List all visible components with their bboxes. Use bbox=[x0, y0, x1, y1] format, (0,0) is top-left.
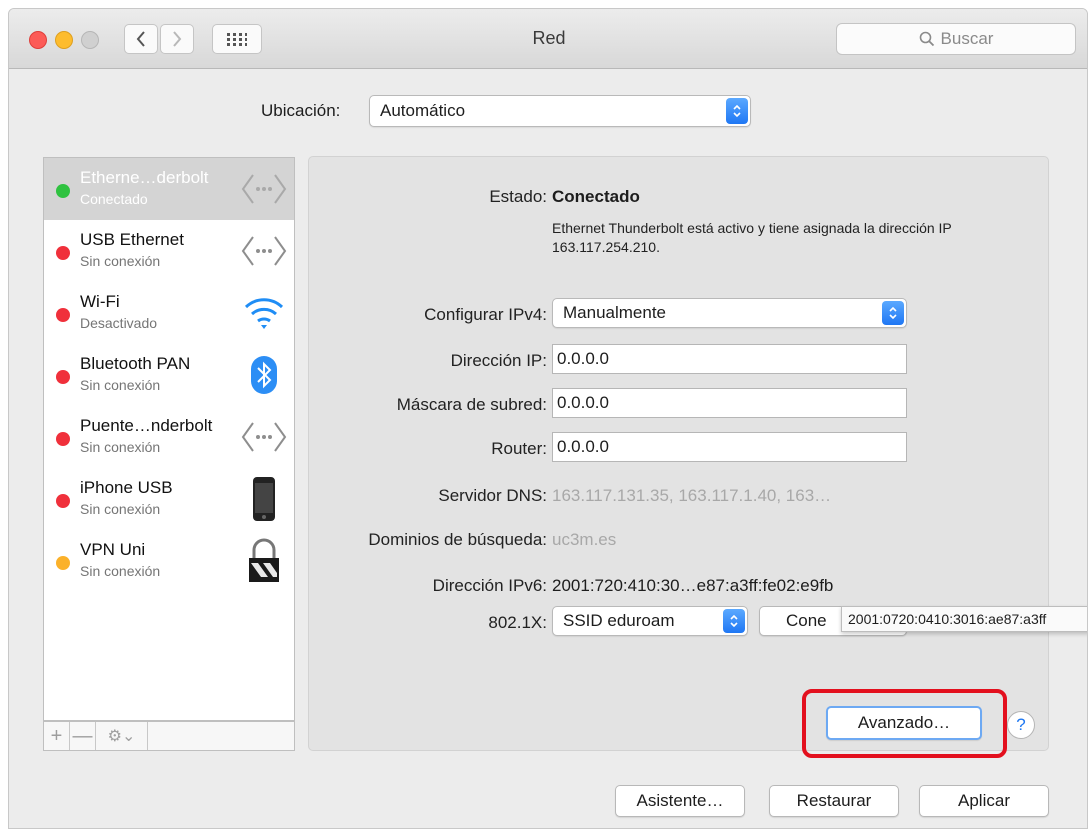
dns-server-value: 163.117.131.35, 163.117.1.40, 163… bbox=[552, 486, 832, 505]
ipv4-config-value: Manualmente bbox=[563, 303, 667, 322]
ip-address-label: Dirección IP: bbox=[450, 351, 547, 370]
service-status: Conectado bbox=[80, 191, 148, 207]
dns-server-label: Servidor DNS: bbox=[438, 486, 547, 505]
service-status: Sin conexión bbox=[80, 563, 161, 579]
service-item-vpn-uni[interactable]: VPN Uni Sin conexión bbox=[44, 530, 294, 592]
estado-value: Conectado bbox=[552, 187, 640, 206]
service-status: Sin conexión bbox=[80, 501, 161, 517]
service-name: Puente…nderbolt bbox=[80, 416, 213, 435]
help-button[interactable]: ? bbox=[1007, 711, 1035, 739]
ipv6-address-label: Dirección IPv6: bbox=[432, 576, 547, 595]
service-status: Sin conexión bbox=[80, 377, 161, 393]
service-item-usb-ethernet[interactable]: USB Ethernet Sin conexión bbox=[44, 220, 294, 282]
estado-description: Ethernet Thunderbolt está activo y tiene… bbox=[552, 220, 952, 255]
search-field[interactable]: Buscar bbox=[836, 23, 1076, 55]
popup-arrows-icon bbox=[723, 609, 745, 633]
service-item-iphone-usb[interactable]: iPhone USB Sin conexión bbox=[44, 468, 294, 530]
ethernet-icon bbox=[240, 167, 288, 211]
search-domains-label: Dominios de búsqueda: bbox=[368, 530, 547, 549]
status-dot-red bbox=[56, 494, 70, 508]
service-name: Etherne…derbolt bbox=[80, 168, 209, 187]
service-item-bluetooth-pan[interactable]: Bluetooth PAN Sin conexión bbox=[44, 344, 294, 406]
dot1x-popup[interactable]: SSID eduroam bbox=[552, 606, 748, 636]
subnet-mask-field[interactable]: 0.0.0.0 bbox=[552, 388, 907, 418]
add-service-button[interactable]: + bbox=[44, 722, 70, 750]
subnet-mask-label: Máscara de subred: bbox=[396, 395, 547, 414]
popup-arrows-icon bbox=[882, 301, 904, 325]
service-item-puente-thunderbolt[interactable]: Puente…nderbolt Sin conexión bbox=[44, 406, 294, 468]
service-status: Sin conexión bbox=[80, 253, 161, 269]
location-value: Automático bbox=[380, 101, 466, 120]
revert-button[interactable]: Restaurar bbox=[769, 785, 899, 817]
search-domains-value: uc3m.es bbox=[552, 530, 617, 549]
dot1x-value: SSID eduroam bbox=[563, 611, 675, 630]
bluetooth-icon bbox=[240, 353, 288, 397]
popup-arrows-icon bbox=[726, 98, 748, 124]
router-label: Router: bbox=[491, 439, 547, 458]
service-name: VPN Uni bbox=[80, 540, 146, 559]
location-popup[interactable]: Automático bbox=[369, 95, 751, 127]
assistant-button[interactable]: Asistente… bbox=[615, 785, 745, 817]
service-status: Sin conexión bbox=[80, 439, 161, 455]
ipv6-tooltip: 2001:0720:0410:3016:ae87:a3ff bbox=[841, 606, 1087, 632]
status-dot-red bbox=[56, 370, 70, 384]
service-name: Wi-Fi bbox=[80, 292, 120, 311]
router-field[interactable]: 0.0.0.0 bbox=[552, 432, 907, 462]
estado-label: Estado: bbox=[489, 187, 547, 206]
status-dot-red bbox=[56, 308, 70, 322]
dot1x-label: 802.1X: bbox=[488, 613, 547, 632]
remove-service-button[interactable]: — bbox=[70, 722, 96, 750]
service-status: Desactivado bbox=[80, 315, 158, 331]
service-name: USB Ethernet bbox=[80, 230, 184, 249]
service-name: iPhone USB bbox=[80, 478, 173, 497]
service-item-wifi[interactable]: Wi-Fi Desactivado bbox=[44, 282, 294, 344]
network-preferences-window: Red Buscar Ubicación: Automático Etherne… bbox=[8, 8, 1088, 829]
status-dot-red bbox=[56, 246, 70, 260]
service-name: Bluetooth PAN bbox=[80, 354, 191, 373]
ipv6-address-value: 2001:720:410:30…e87:a3ff:fe02:e9fb bbox=[552, 576, 834, 595]
ethernet-icon bbox=[240, 415, 288, 459]
title-bar: Red Buscar bbox=[9, 9, 1087, 69]
services-toolbar: + — ⚙︎⌄ bbox=[43, 721, 295, 751]
search-icon bbox=[919, 31, 934, 47]
ethernet-icon bbox=[240, 229, 288, 273]
apply-button[interactable]: Aplicar bbox=[919, 785, 1049, 817]
service-item-ethernet-thunderbolt[interactable]: Etherne…derbolt Conectado bbox=[44, 158, 294, 220]
ip-address-field[interactable]: 0.0.0.0 bbox=[552, 344, 907, 374]
ipv4-config-label: Configurar IPv4: bbox=[424, 305, 547, 324]
wifi-icon bbox=[240, 291, 288, 335]
services-list: Etherne…derbolt Conectado USB Ethernet S… bbox=[43, 157, 295, 721]
vpn-lock-icon bbox=[240, 538, 288, 583]
status-dot-orange bbox=[56, 556, 70, 570]
search-placeholder: Buscar bbox=[940, 29, 994, 48]
gear-icon[interactable]: ⚙︎⌄ bbox=[96, 722, 148, 750]
location-label: Ubicación: bbox=[261, 101, 341, 120]
annotation-highlight bbox=[802, 689, 1007, 758]
iphone-icon bbox=[240, 477, 288, 521]
status-dot-green bbox=[56, 184, 70, 198]
status-dot-red bbox=[56, 432, 70, 446]
ipv4-config-popup[interactable]: Manualmente bbox=[552, 298, 907, 328]
